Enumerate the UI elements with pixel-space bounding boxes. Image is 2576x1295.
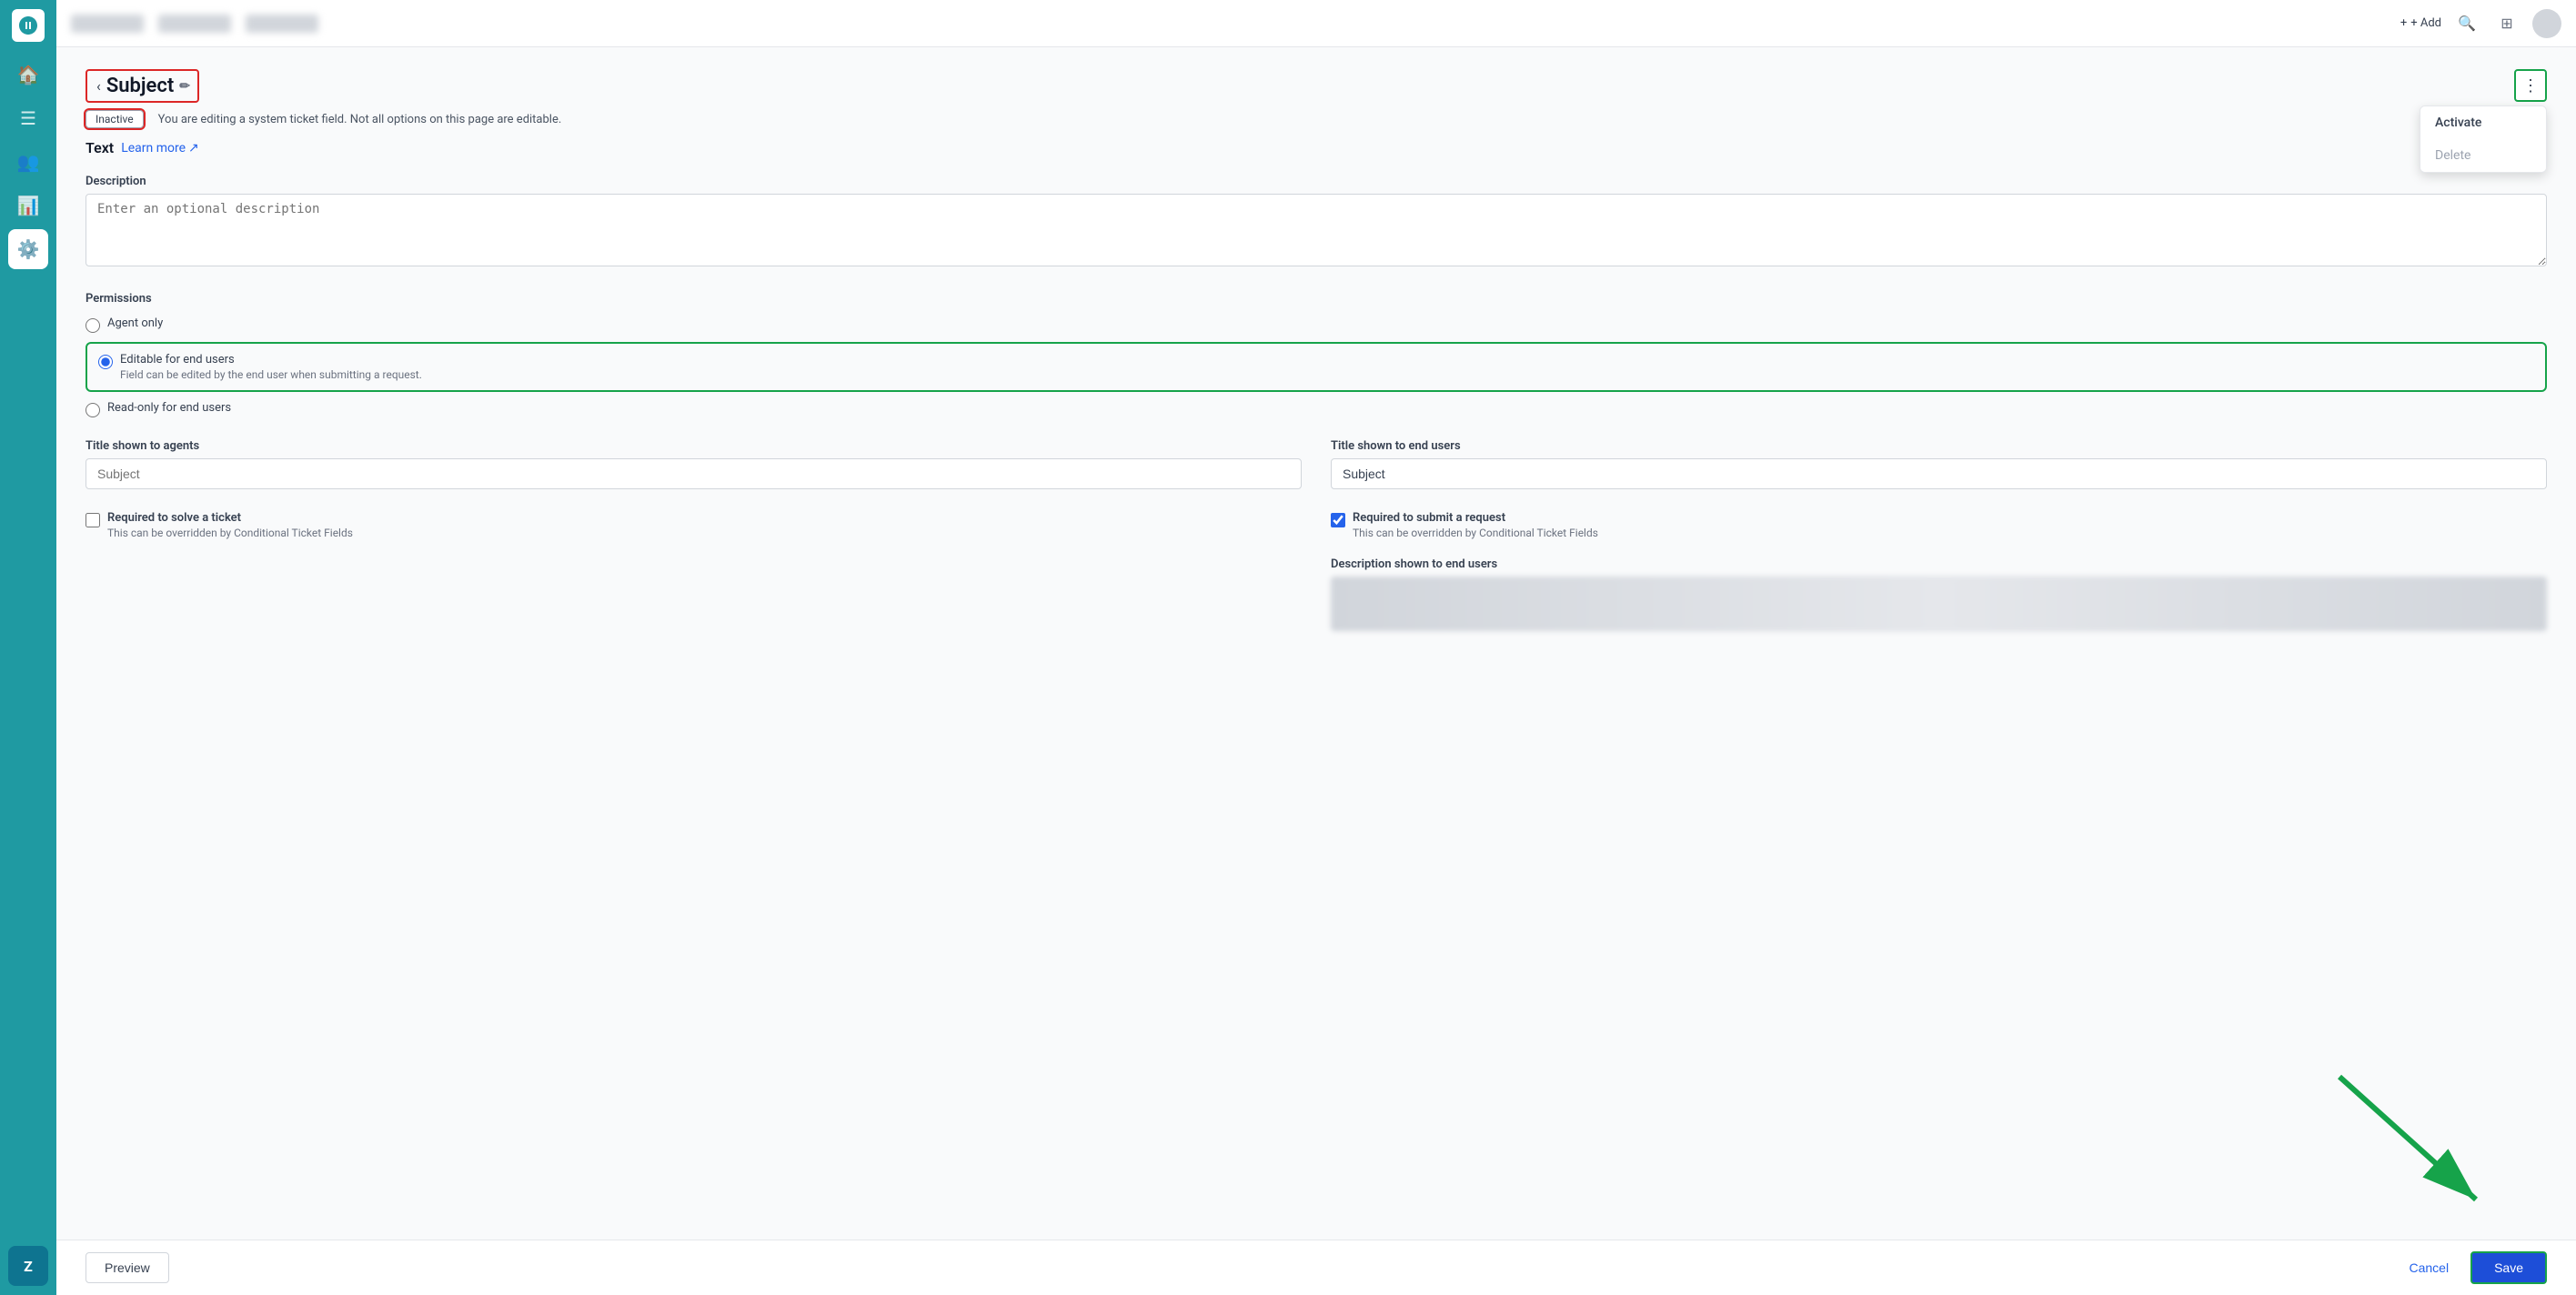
agent-only-option: Agent only bbox=[107, 316, 163, 330]
required-submit-desc: This can be overridden by Conditional Ti… bbox=[1353, 527, 1598, 539]
desc-end-users-section: Description shown to end users bbox=[1331, 557, 2547, 631]
titles-section: Title shown to agents Title shown to end… bbox=[86, 439, 2547, 489]
permission-editable-end-users: Editable for end users Field can be edit… bbox=[86, 342, 2547, 392]
learn-more-link[interactable]: Learn more ↗ bbox=[121, 141, 199, 156]
agents-title-label: Title shown to agents bbox=[86, 439, 1302, 453]
reports-icon: 📊 bbox=[17, 195, 40, 216]
activate-menu-item[interactable]: Activate bbox=[2420, 106, 2546, 139]
permissions-section: Permissions Agent only Editable for end … bbox=[86, 292, 2547, 417]
home-icon: 🏠 bbox=[17, 64, 40, 85]
page-header: ‹ Subject ✏ Inactive You are editing a s… bbox=[86, 69, 2547, 128]
required-solve-option: Required to solve a ticket This can be o… bbox=[86, 511, 1302, 539]
editable-end-users-option: Editable for end users Field can be edit… bbox=[120, 353, 422, 381]
search-icon: 🔍 bbox=[2458, 15, 2476, 32]
preview-button[interactable]: Preview bbox=[86, 1252, 169, 1283]
end-users-title-input[interactable] bbox=[1331, 458, 2547, 489]
permission-agent-only: Agent only bbox=[86, 316, 2547, 333]
desc-end-users-blurred-field bbox=[1331, 577, 2547, 631]
agents-title-input[interactable] bbox=[86, 458, 1302, 489]
tab-blurred-1 bbox=[71, 15, 144, 33]
agent-only-radio[interactable] bbox=[86, 318, 100, 333]
end-users-title-label: Title shown to end users bbox=[1331, 439, 2547, 453]
required-submit-option: Required to submit a request This can be… bbox=[1331, 511, 2547, 539]
apps-icon: ⊞ bbox=[2501, 15, 2512, 32]
required-submit-label: Required to submit a request bbox=[1353, 511, 1598, 525]
required-solve-col: Required to solve a ticket This can be o… bbox=[86, 511, 1302, 631]
back-button[interactable]: ‹ bbox=[95, 75, 103, 96]
editable-end-users-desc: Field can be edited by the end user when… bbox=[120, 368, 422, 381]
learn-more-text: Learn more bbox=[121, 141, 186, 156]
sidebar-item-zendesk[interactable]: Z bbox=[8, 1246, 48, 1286]
add-label: + Add bbox=[2410, 16, 2441, 30]
dropdown-menu: Activate Delete bbox=[2420, 105, 2547, 173]
sidebar-item-home[interactable]: 🏠 bbox=[8, 55, 48, 95]
sidebar: 🏠 ☰ 👥 📊 ⚙️ Z bbox=[0, 0, 56, 1295]
three-dot-menu-button[interactable]: ⋮ bbox=[2514, 69, 2547, 102]
content-area: ‹ Subject ✏ Inactive You are editing a s… bbox=[56, 47, 2576, 1295]
description-label: Description bbox=[86, 175, 2547, 188]
desc-end-users-label: Description shown to end users bbox=[1331, 557, 2547, 571]
external-link-icon: ↗ bbox=[188, 141, 199, 156]
sidebar-bottom: Z bbox=[8, 1246, 48, 1286]
users-icon: 👥 bbox=[17, 151, 40, 173]
permissions-title: Permissions bbox=[86, 292, 2547, 306]
editable-end-users-radio[interactable] bbox=[98, 355, 113, 369]
plus-icon: + bbox=[2400, 16, 2407, 30]
main-area: + + Add 🔍 ⊞ ‹ Subject ✏ bbox=[56, 0, 2576, 1295]
sidebar-item-settings[interactable]: ⚙️ bbox=[8, 229, 48, 269]
cancel-button[interactable]: Cancel bbox=[2398, 1253, 2460, 1282]
tab-blurred-2 bbox=[158, 15, 231, 33]
permission-read-only-end-users: Read-only for end users bbox=[86, 401, 2547, 417]
user-avatar[interactable] bbox=[2532, 9, 2561, 38]
topbar-right: 🔍 ⊞ bbox=[2452, 9, 2561, 38]
agents-title-col: Title shown to agents bbox=[86, 439, 1302, 489]
system-notice: You are editing a system ticket field. N… bbox=[158, 113, 562, 126]
title-text: Subject bbox=[106, 75, 174, 97]
description-section: Description bbox=[86, 175, 2547, 270]
tab-blurred-3 bbox=[246, 15, 318, 33]
search-button[interactable]: 🔍 bbox=[2452, 9, 2481, 38]
delete-menu-item[interactable]: Delete bbox=[2420, 139, 2546, 172]
title-outline: ‹ Subject ✏ bbox=[86, 69, 199, 103]
footer: Preview Cancel Save bbox=[56, 1240, 2576, 1295]
tickets-icon: ☰ bbox=[20, 107, 36, 129]
read-only-end-users-radio[interactable] bbox=[86, 403, 100, 417]
save-button[interactable]: Save bbox=[2470, 1251, 2547, 1284]
page-title-row: ‹ Subject ✏ bbox=[86, 69, 561, 103]
add-button[interactable]: + + Add bbox=[2400, 16, 2441, 30]
three-dot-icon: ⋮ bbox=[2522, 76, 2539, 95]
sidebar-logo bbox=[12, 9, 45, 42]
read-only-end-users-option: Read-only for end users bbox=[107, 401, 231, 415]
field-type-label: Text bbox=[86, 139, 114, 156]
apps-button[interactable]: ⊞ bbox=[2492, 9, 2521, 38]
required-solve-text: Required to solve a ticket This can be o… bbox=[107, 511, 353, 539]
agent-only-label: Agent only bbox=[107, 316, 163, 330]
topbar: + + Add 🔍 ⊞ bbox=[56, 0, 2576, 47]
required-solve-desc: This can be overridden by Conditional Ti… bbox=[107, 527, 353, 539]
sidebar-item-tickets[interactable]: ☰ bbox=[8, 98, 48, 138]
footer-right: Cancel Save bbox=[2398, 1251, 2547, 1284]
edit-title-icon[interactable]: ✏ bbox=[179, 79, 190, 94]
sidebar-item-reports[interactable]: 📊 bbox=[8, 186, 48, 226]
status-badge: Inactive bbox=[86, 110, 144, 128]
topbar-tabs bbox=[71, 15, 2390, 33]
required-solve-label: Required to solve a ticket bbox=[107, 511, 353, 525]
required-submit-text: Required to submit a request This can be… bbox=[1353, 511, 1598, 539]
required-section: Required to solve a ticket This can be o… bbox=[86, 511, 2547, 631]
end-users-title-col: Title shown to end users bbox=[1331, 439, 2547, 489]
menu-area: ⋮ Activate Delete bbox=[2514, 69, 2547, 102]
editable-end-users-label: Editable for end users bbox=[120, 353, 422, 366]
description-input[interactable] bbox=[86, 194, 2547, 266]
field-type-row: Text Learn more ↗ bbox=[86, 139, 2547, 156]
required-submit-col: Required to submit a request This can be… bbox=[1331, 511, 2547, 631]
required-submit-checkbox[interactable] bbox=[1331, 513, 1345, 527]
settings-icon: ⚙️ bbox=[17, 238, 40, 260]
required-solve-checkbox[interactable] bbox=[86, 513, 100, 527]
header-left: ‹ Subject ✏ Inactive You are editing a s… bbox=[86, 69, 561, 128]
page-title: Subject ✏ bbox=[106, 75, 190, 97]
read-only-end-users-label: Read-only for end users bbox=[107, 401, 231, 415]
sidebar-item-users[interactable]: 👥 bbox=[8, 142, 48, 182]
